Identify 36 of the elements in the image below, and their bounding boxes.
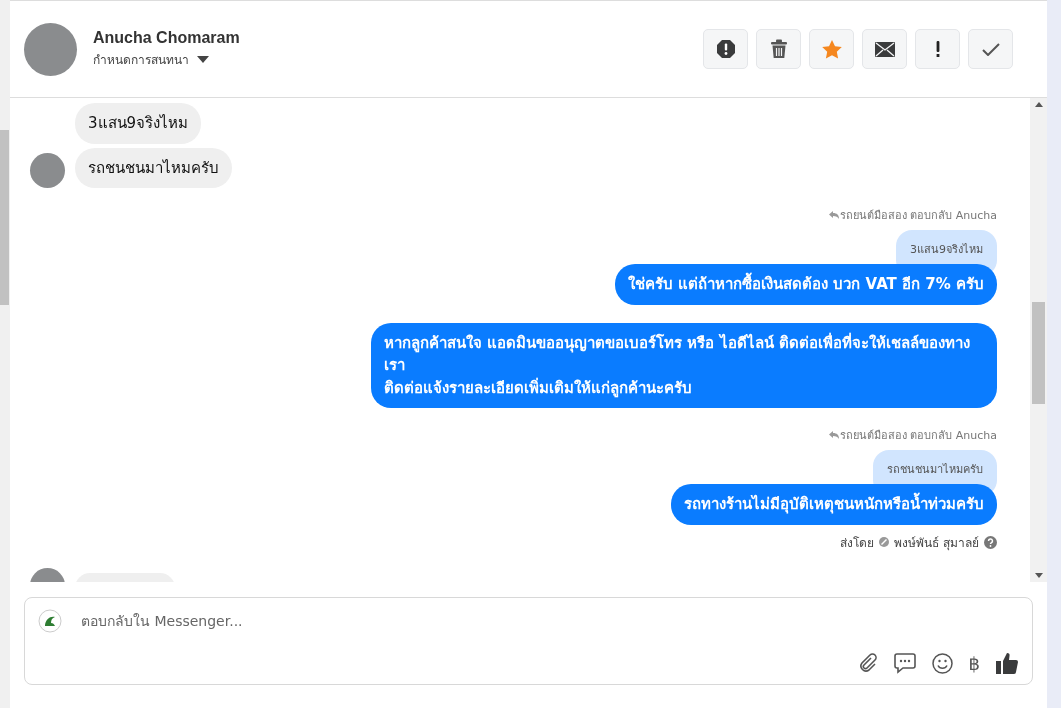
avatar [24,22,77,76]
speech-bubble-icon[interactable] [893,652,916,674]
reply-field[interactable]: ตอบกลับใน Messenger... ฿ [24,597,1033,685]
page-logo-icon [35,606,65,636]
star-button[interactable] [809,29,854,69]
scroll-thumb[interactable] [0,130,9,305]
avatar [30,153,65,188]
report-button[interactable] [703,29,748,69]
scrollbar[interactable] [1030,98,1047,582]
message-bubble: รถทางร้านไม่มีอุบัติเหตุชนหนักหรือน้ำท่วมครับ [671,484,997,525]
scroll-down-icon[interactable] [1034,573,1043,578]
blocked-icon [879,537,890,547]
sender-name: พงษ์พันธ์ สุมาลย์ [894,534,979,552]
message-bubble: ใช่ครับ แต่ถ้าหากซื้อเงินสดต้อง บวก VAT อีก 7% ครับ [614,264,997,305]
reply-label: รถยนต์มือสอง ตอบกลับ Anucha [828,426,997,444]
scrollbar[interactable] [0,0,10,708]
caret-icon [197,56,209,63]
reply-arrow-icon [828,211,839,219]
done-button[interactable] [968,29,1013,69]
message-bubble: รถชนชนมาไหมครับ [75,147,232,188]
mail-button[interactable] [862,29,907,69]
delete-button[interactable] [756,29,801,69]
sent-by-label: ส่งโดย [840,534,875,552]
emoji-icon[interactable] [931,652,953,674]
conversation-settings-dropdown[interactable]: กำหนดการสนทนา [93,50,240,69]
thumbs-up-icon[interactable] [996,652,1018,674]
scroll-up-icon[interactable] [1034,102,1043,107]
message-bubble: หากลูกค้าสนใจ แอดมินขออนุญาตขอเบอร์โทร หรือ ไอดีไลน์ ติดต่อเพื่อที่จะให้เชลล์ของทางเรา ติดต่อแจ้งรายละเอียดเพิ่มเติมให้แก่ลูกค้านะครับ [371,322,997,408]
help-icon [984,535,997,549]
reply-arrow-icon [828,431,839,439]
message-bubble: 3แสน9จริงไหม [75,103,202,144]
scroll-thumb[interactable] [1032,302,1045,404]
contact-name: Anucha Chomaram [93,29,240,47]
reply-label: รถยนต์มือสอง ตอบกลับ Anucha [828,206,997,224]
paperclip-icon[interactable] [857,653,878,673]
payment-button[interactable]: ฿ [968,652,980,674]
